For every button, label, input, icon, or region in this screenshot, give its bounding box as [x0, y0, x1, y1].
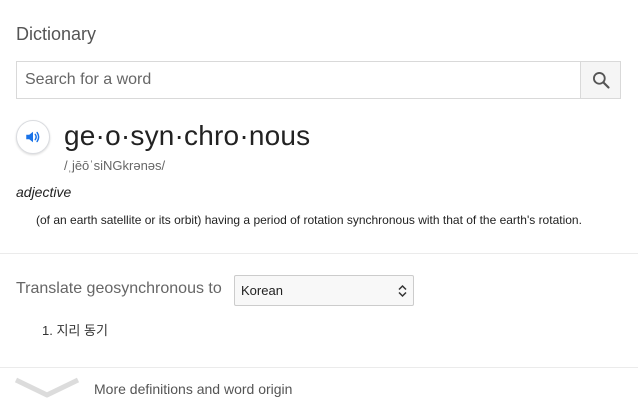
language-select-value: Korean: [241, 283, 283, 298]
search-input[interactable]: [17, 62, 580, 98]
translation-number: 1.: [42, 323, 53, 338]
more-definitions-link[interactable]: More definitions and word origin: [94, 381, 292, 397]
headword: ge·o·syn·chro·nous: [64, 120, 311, 151]
select-arrows-icon: [398, 284, 407, 297]
translation-text: 지리 동기: [56, 323, 108, 338]
speaker-icon: [26, 131, 40, 143]
chevron-down-icon[interactable]: [14, 376, 80, 400]
more-definitions-row[interactable]: More definitions and word origin: [0, 368, 638, 408]
language-select[interactable]: Korean: [234, 275, 414, 306]
section-divider: [0, 253, 638, 254]
dictionary-card: Dictionary ge·o·syn·chro·nous /ˌjēōˈsiNG…: [0, 0, 638, 408]
translate-label: Translate geosynchronous to: [16, 280, 222, 297]
translation-list: 1. 지리 동기: [42, 320, 108, 339]
definition-text: (of an earth satellite or its orbit) hav…: [36, 213, 582, 227]
card-title: Dictionary: [16, 24, 97, 44]
part-of-speech: adjective: [16, 184, 72, 200]
search-button[interactable]: [580, 62, 620, 98]
search-icon: [592, 72, 610, 89]
search-bar: [16, 61, 621, 99]
pronunciation-button[interactable]: [16, 120, 50, 154]
phonetic-spelling: /ˌjēōˈsiNGkrənəs/: [64, 158, 166, 173]
